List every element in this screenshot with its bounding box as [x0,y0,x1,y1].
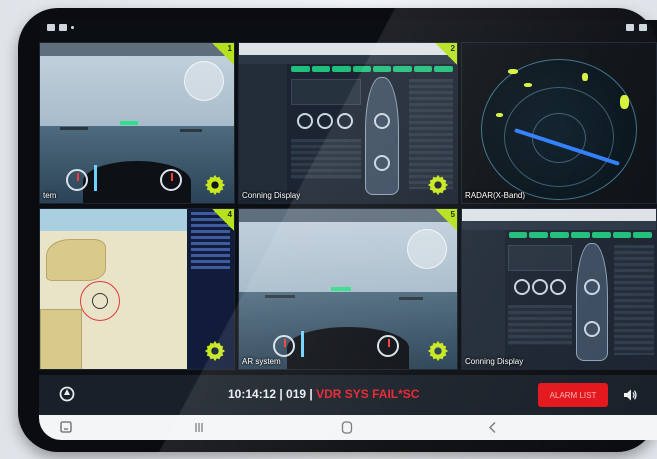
android-status-bar [39,20,657,40]
compass-dial [584,279,600,295]
data-list [409,79,453,189]
ar-heading-strip [239,209,457,222]
notification-icon [59,24,67,31]
position-panel [508,245,572,271]
speaker-icon[interactable] [622,387,638,403]
gear-icon[interactable] [427,174,449,196]
tile-number: 2 [450,44,455,53]
notification-dot-icon [71,26,74,29]
tile-label: tem [43,191,57,200]
gear-icon[interactable] [204,174,226,196]
wifi-icon [639,24,647,31]
ship-outline [365,77,399,195]
heading-gauge [66,169,88,191]
back-icon[interactable] [483,419,503,436]
trend-chart [291,139,361,179]
home-icon[interactable] [337,419,357,436]
ship-target [60,127,88,130]
ship-target-tag [120,121,138,125]
ship-target [180,129,202,132]
alarm-message: VDR SYS FAIL*SC [316,387,420,401]
gear-icon[interactable] [204,340,226,362]
rudder-gauge [160,169,182,191]
ship-target [265,295,295,298]
status-text: 10:14:12 | 019 | VDR SYS FAIL*SC [228,387,419,401]
video-tile-ar-system[interactable]: 5 AR system [238,208,458,370]
data-list [614,245,654,355]
trend-chart [508,305,572,345]
radar-echo [524,83,532,87]
conning-sidebar [239,64,287,200]
speed-bar [94,165,97,191]
dial-gauge [550,279,566,295]
tablet-screen: 1 tem 2 Conning Display RADAR(X-Band) 4 … [39,20,657,440]
time-readout: 10:14:12 | 019 | [228,387,317,401]
compass-dial [584,321,600,337]
tile-label: RADAR(X-Band) [465,191,526,200]
mini-radar [407,229,447,269]
conning-header [462,221,656,230]
notification-icon [47,24,55,31]
browser-toolbar [462,209,656,221]
heading-gauge [273,335,295,357]
dial-gauge [317,113,333,129]
tile-label: Conning Display [242,191,301,200]
conning-sidebar [462,230,505,366]
radar-echo [620,95,629,109]
ar-heading-strip [40,43,234,56]
tile-number-badge: 2 [435,43,457,65]
compass-dial [374,155,390,171]
tile-number: 4 [227,210,232,219]
brand-logo-icon[interactable] [59,386,75,402]
video-tile-conning-display[interactable]: 2 Conning Display [238,42,458,204]
video-tile-conning-display[interactable]: Conning Display [461,208,657,370]
conning-tabs [508,232,653,238]
ship-target [399,297,423,300]
conning-tabs [291,66,453,72]
compass-dial [374,113,390,129]
tile-number: 1 [227,44,232,53]
position-panel [291,79,361,105]
signal-icon [626,24,634,31]
tile-label: Conning Display [465,357,524,366]
screen-capture-icon[interactable] [56,419,76,436]
chart-land [40,309,82,369]
ship-target-tag [331,287,351,291]
android-navigation-bar [39,415,657,440]
tile-number-badge: 1 [212,43,234,65]
dial-gauge [337,113,353,129]
own-ship-marker [92,293,108,309]
chart-land [46,239,106,281]
conning-header [239,55,457,64]
speed-bar [301,331,304,357]
gear-icon[interactable] [427,340,449,362]
chart-water [40,209,188,231]
video-tile-ecdis-chart[interactable]: 4 [39,208,235,370]
dial-gauge [297,113,313,129]
dial-gauge [532,279,548,295]
radar-echo [508,69,518,74]
ship-outline [576,243,608,361]
bottom-status-bar: 10:14:12 | 019 | VDR SYS FAIL*SC ALARM L… [39,375,657,415]
mini-radar [184,61,224,101]
radar-echo [582,73,588,81]
recent-apps-icon[interactable] [189,419,209,436]
alarm-list-button[interactable]: ALARM LIST [538,383,608,407]
tile-number-badge: 5 [435,209,457,231]
tile-label: AR system [242,357,281,366]
dial-gauge [514,279,530,295]
radar-echo [496,113,503,117]
browser-toolbar [239,43,457,55]
rudder-gauge [377,335,399,357]
tile-number: 5 [450,210,455,219]
tile-number-badge: 4 [212,209,234,231]
video-tile-ar-system[interactable]: 1 tem [39,42,235,204]
video-tile-radar[interactable]: RADAR(X-Band) [461,42,657,204]
